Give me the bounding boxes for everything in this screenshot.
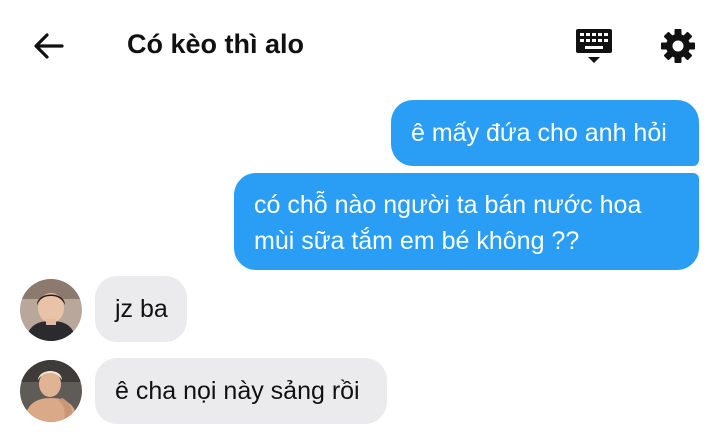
keyboard-button[interactable] [572, 24, 616, 68]
message-list: ê mấy đứa cho anh hỏi có chỗ nào người t… [0, 90, 720, 432]
message-bubble-received[interactable]: jz ba [95, 276, 187, 342]
message-text: ê cha nọi này sảng rồi [115, 377, 360, 405]
arrow-back-icon [34, 33, 64, 59]
user-avatar-image [20, 279, 82, 341]
message-text: jz ba [115, 295, 168, 323]
message-bubble-received[interactable]: ê cha nọi này sảng rồi [95, 358, 387, 424]
message-text-line: có chỗ nào người ta bán nước hoa [254, 191, 642, 219]
chat-title: Có kèo thì alo [127, 29, 305, 59]
chat-header: Có kèo thì alo [0, 0, 720, 90]
message-bubble-sent[interactable]: ê mấy đứa cho anh hỏi [391, 100, 699, 166]
avatar[interactable] [20, 279, 82, 341]
settings-button[interactable] [656, 24, 700, 68]
message-text: ê mấy đứa cho anh hỏi [411, 119, 667, 147]
user-avatar-image [20, 360, 82, 422]
gear-icon [661, 29, 695, 63]
back-button[interactable] [28, 26, 68, 66]
keyboard-icon [576, 29, 612, 63]
avatar[interactable] [20, 360, 82, 422]
message-text-line: mùi sữa tắm em bé không ?? [254, 227, 580, 255]
message-bubble-sent[interactable]: có chỗ nào người ta bán nước hoa mùi sữa… [234, 173, 699, 270]
